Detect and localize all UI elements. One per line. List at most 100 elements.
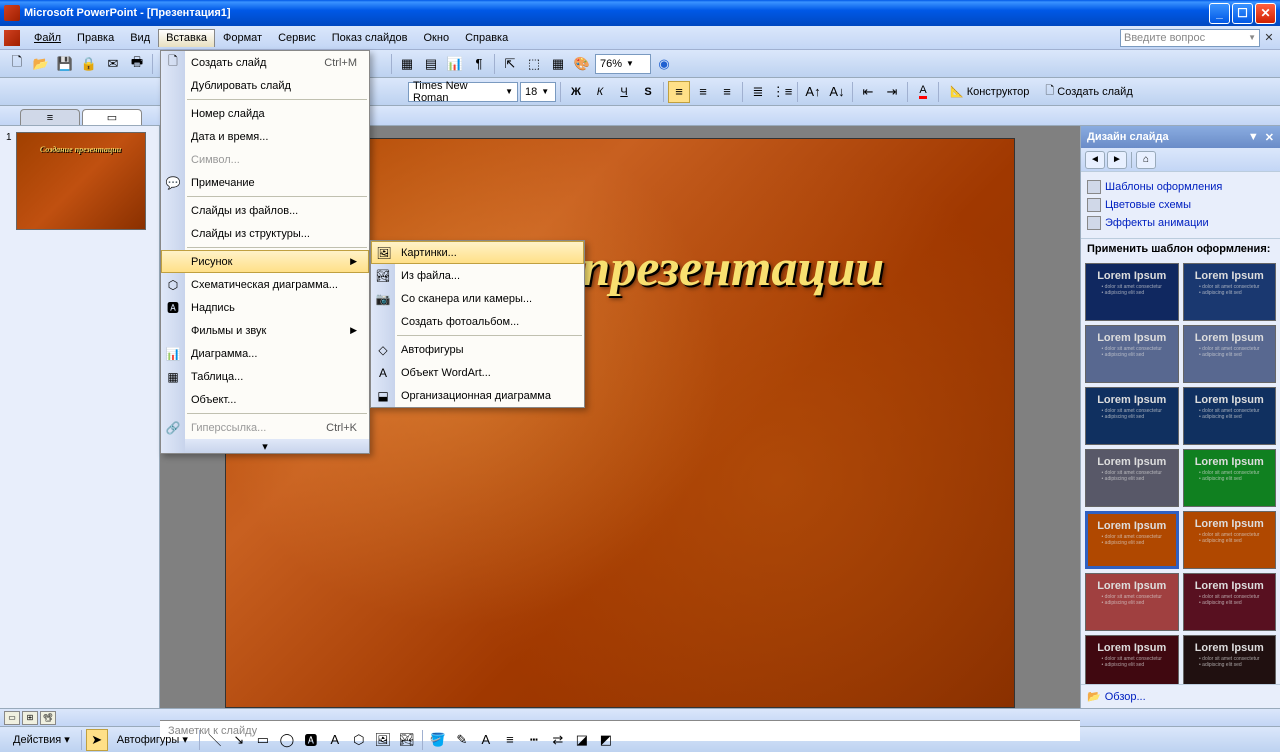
dd-textbox[interactable]: 🅰Надпись <box>161 296 369 319</box>
diagram-icon[interactable]: ⬡ <box>348 729 370 751</box>
sorter-view-icon[interactable]: ⊞ <box>22 711 38 725</box>
template-thumb[interactable]: Lorem Ipsum• dolor sit amet consectetur•… <box>1183 635 1277 684</box>
template-thumb[interactable]: Lorem Ipsum• dolor sit amet consectetur•… <box>1183 263 1277 321</box>
chart-icon[interactable]: 📊 <box>444 53 466 75</box>
dd-expand-icon[interactable]: ▾ <box>161 439 369 453</box>
show-hide-icon[interactable]: ¶ <box>468 53 490 75</box>
tables-icon[interactable]: ▦ <box>396 53 418 75</box>
shadow-icon[interactable]: S <box>637 81 659 103</box>
menu-help[interactable]: Справка <box>457 29 516 47</box>
normal-view-icon[interactable]: ▭ <box>4 711 20 725</box>
nav-fwd-icon[interactable]: ► <box>1107 151 1127 169</box>
textbox-icon[interactable]: 🅰 <box>300 729 322 751</box>
open-icon[interactable]: 📂 <box>30 53 52 75</box>
menu-slideshow[interactable]: Показ слайдов <box>324 29 416 47</box>
template-thumb[interactable]: Lorem Ipsum• dolor sit amet consectetur•… <box>1085 449 1179 507</box>
line-style-icon[interactable]: ≡ <box>499 729 521 751</box>
template-thumb[interactable]: Lorem Ipsum• dolor sit amet consectetur•… <box>1183 573 1277 631</box>
template-thumb[interactable]: Lorem Ipsum• dolor sit amet consectetur•… <box>1183 325 1277 383</box>
decrease-font-icon[interactable]: A↓ <box>826 81 848 103</box>
dd-scanner[interactable]: 📷Со сканера или камеры... <box>371 287 584 310</box>
oval-icon[interactable]: ◯ <box>276 729 298 751</box>
dd-dup-slide[interactable]: Дублировать слайд <box>161 74 369 97</box>
dd-object[interactable]: Объект... <box>161 388 369 411</box>
permission-icon[interactable]: 🔒 <box>78 53 100 75</box>
notes-input[interactable]: Заметки к слайду <box>160 720 1080 741</box>
select-icon[interactable]: ➤ <box>86 729 108 751</box>
maximize-button[interactable]: ☐ <box>1232 3 1253 24</box>
menu-format[interactable]: Формат <box>215 29 270 47</box>
link-anim[interactable]: Эффекты анимации <box>1087 214 1274 232</box>
menu-file[interactable]: Файл <box>26 29 69 47</box>
app-mini-icon[interactable] <box>4 30 20 46</box>
rect-icon[interactable]: ▭ <box>252 729 274 751</box>
template-thumb[interactable]: Lorem Ipsum• dolor sit amet consectetur•… <box>1183 449 1277 507</box>
picture-icon[interactable]: 🏞 <box>396 729 418 751</box>
bold-icon[interactable]: Ж <box>565 81 587 103</box>
dd-album[interactable]: Создать фотоальбом... <box>371 310 584 333</box>
menu-edit[interactable]: Правка <box>69 29 122 47</box>
menu-insert[interactable]: Вставка <box>158 29 215 47</box>
align-center-icon[interactable]: ≡ <box>692 81 714 103</box>
underline-icon[interactable]: Ч <box>613 81 635 103</box>
font-combo[interactable]: Times New Roman▼ <box>408 82 518 102</box>
minimize-button[interactable]: _ <box>1209 3 1230 24</box>
nav-home-icon[interactable]: ⌂ <box>1136 151 1156 169</box>
new-slide-button[interactable]: 🗋 Создать слайд <box>1038 81 1139 103</box>
zoom-combo[interactable]: 76%▼ <box>595 54 651 74</box>
template-thumb[interactable]: Lorem Ipsum• dolor sit amet consectetur•… <box>1085 511 1179 569</box>
email-icon[interactable]: ✉ <box>102 53 124 75</box>
dd-from-file[interactable]: 🏞Из файла... <box>371 264 584 287</box>
decrease-indent-icon[interactable]: ⇤ <box>857 81 879 103</box>
shadow-style-icon[interactable]: ◪ <box>571 729 593 751</box>
template-thumb[interactable]: Lorem Ipsum• dolor sit amet consectetur•… <box>1085 573 1179 631</box>
link-colors[interactable]: Цветовые схемы <box>1087 196 1274 214</box>
table-icon[interactable]: ▤ <box>420 53 442 75</box>
clipart-icon[interactable]: 🖼 <box>372 729 394 751</box>
menu-view[interactable]: Вид <box>122 29 158 47</box>
grid-icon[interactable]: ▦ <box>547 53 569 75</box>
browse-link[interactable]: 📂 Обзор... <box>1081 684 1280 708</box>
nav-back-icon[interactable]: ◄ <box>1085 151 1105 169</box>
menu-tools[interactable]: Сервис <box>270 29 324 47</box>
wordart-icon[interactable]: A <box>324 729 346 751</box>
font-color-draw-icon[interactable]: A <box>475 729 497 751</box>
template-thumb[interactable]: Lorem Ipsum• dolor sit amet consectetur•… <box>1085 263 1179 321</box>
save-icon[interactable]: 💾 <box>54 53 76 75</box>
arrow-style-icon[interactable]: ⇄ <box>547 729 569 751</box>
actions-menu[interactable]: Действия ▾ <box>6 729 77 751</box>
dd-diagram[interactable]: ⬡Схематическая диаграмма... <box>161 273 369 296</box>
dd-wordart[interactable]: AОбъект WordArt... <box>371 361 584 384</box>
font-color-icon[interactable]: A <box>912 81 934 103</box>
designer-button[interactable]: 📐 Конструктор <box>943 81 1036 103</box>
link-templates[interactable]: Шаблоны оформления <box>1087 178 1274 196</box>
help-question-input[interactable]: Введите вопрос▼ <box>1120 29 1260 47</box>
dd-comment[interactable]: 💬Примечание <box>161 171 369 194</box>
dd-table[interactable]: ▦Таблица... <box>161 365 369 388</box>
dash-style-icon[interactable]: ┅ <box>523 729 545 751</box>
show-format-icon[interactable]: ⬚ <box>523 53 545 75</box>
help-icon[interactable]: ◉ <box>653 53 675 75</box>
dd-clipart[interactable]: 🖼Картинки... <box>371 241 584 264</box>
taskpane-dropdown-icon[interactable]: ▼ <box>1248 131 1259 143</box>
outline-tab[interactable]: ≡ <box>20 109 80 125</box>
arrow-icon[interactable]: ↘ <box>228 729 250 751</box>
numbering-icon[interactable]: ≣ <box>747 81 769 103</box>
dd-orgchart[interactable]: ⬓Организационная диаграмма <box>371 384 584 407</box>
template-thumb[interactable]: Lorem Ipsum• dolor sit amet consectetur•… <box>1183 387 1277 445</box>
template-thumb[interactable]: Lorem Ipsum• dolor sit amet consectetur•… <box>1085 387 1179 445</box>
taskpane-close-icon[interactable]: ✕ <box>1265 131 1274 144</box>
doc-close-button[interactable]: ✕ <box>1262 31 1276 44</box>
template-thumb[interactable]: Lorem Ipsum• dolor sit amet consectetur•… <box>1085 325 1179 383</box>
increase-indent-icon[interactable]: ⇥ <box>881 81 903 103</box>
close-button[interactable]: ✕ <box>1255 3 1276 24</box>
dd-slides-outline[interactable]: Слайды из структуры... <box>161 222 369 245</box>
template-thumb[interactable]: Lorem Ipsum• dolor sit amet consectetur•… <box>1085 635 1179 684</box>
fill-color-icon[interactable]: 🪣 <box>427 729 449 751</box>
new-doc-icon[interactable]: 🗋 <box>6 53 28 75</box>
3d-style-icon[interactable]: ◩ <box>595 729 617 751</box>
align-left-icon[interactable]: ≡ <box>668 81 690 103</box>
dd-new-slide[interactable]: 🗋Создать слайдCtrl+M <box>161 51 369 74</box>
color-icon[interactable]: 🎨 <box>571 53 593 75</box>
expand-icon[interactable]: ⇱ <box>499 53 521 75</box>
